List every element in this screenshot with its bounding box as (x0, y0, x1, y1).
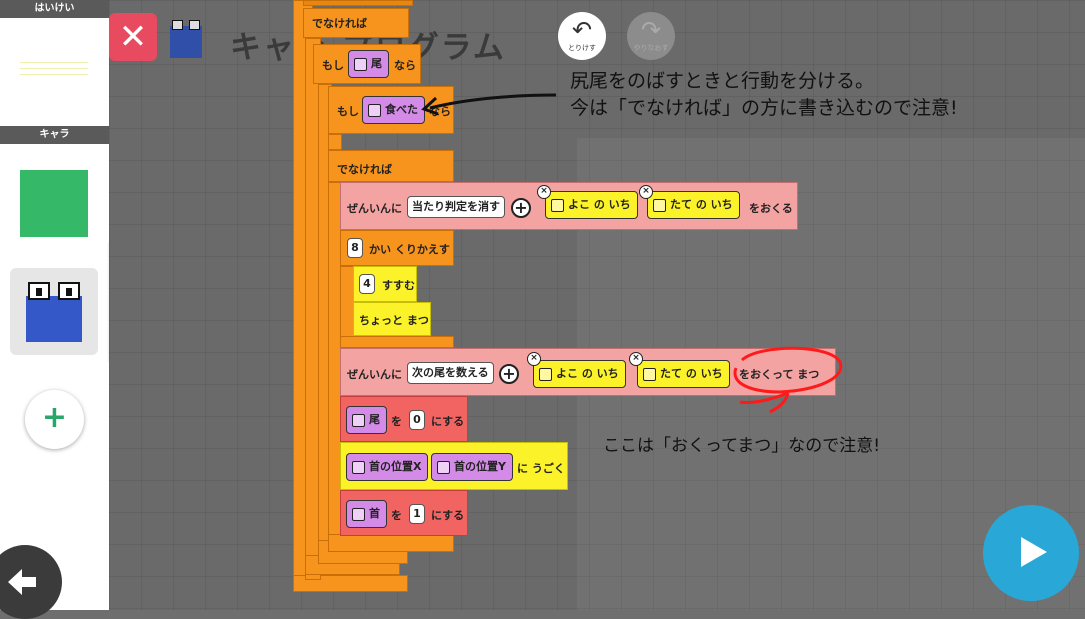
var-ate[interactable]: 食べた (362, 96, 425, 124)
repeat-count[interactable]: 8 (347, 238, 363, 258)
back-button[interactable] (0, 545, 62, 619)
var-neck[interactable]: 首 (346, 500, 387, 528)
block-move-steps[interactable]: 4 すすむ (353, 266, 417, 302)
block-wait[interactable]: ちょっと まつ (353, 302, 431, 336)
robot-icon (170, 20, 202, 60)
chara-thumbnail-green[interactable] (20, 170, 88, 237)
var-x-pos[interactable]: よこ の いち (533, 360, 626, 388)
chara-thumbnail-selected[interactable] (10, 268, 98, 355)
play-button[interactable] (983, 505, 1079, 601)
block-set-neck[interactable]: 首 を 1 にする (340, 490, 468, 536)
annotation-note-1a: 尻尾をのばすときと行動を分ける。 (570, 70, 875, 92)
message-field[interactable]: 次の尾を数える (407, 362, 494, 384)
var-x-pos[interactable]: よこ の いち (545, 191, 638, 219)
redo-icon: ↷ (640, 16, 662, 44)
background-thumbnail[interactable] (0, 18, 109, 126)
block-else-top[interactable]: でなければ (303, 8, 409, 38)
remove-icon[interactable]: × (629, 352, 643, 366)
block-if-tail[interactable]: もし 尾 なら (313, 44, 421, 84)
back-arrow-icon (8, 569, 36, 595)
remove-icon[interactable]: × (527, 352, 541, 366)
remove-icon[interactable]: × (537, 185, 551, 199)
var-y-pos[interactable]: たて の いち (637, 360, 730, 388)
undo-icon: ↶ (571, 16, 593, 44)
block-repeat[interactable]: 8 かい くりかえす (340, 230, 454, 266)
set-value[interactable]: 1 (409, 504, 425, 524)
sidebar: はいけい キャラ + (0, 0, 109, 619)
play-icon (1021, 537, 1047, 567)
block-broadcast-clear-hit[interactable]: ぜんいんに 当たり判定を消す + よこ の いち × たて の いち × をおく… (340, 182, 798, 230)
add-chara-button[interactable]: + (25, 390, 84, 449)
close-button[interactable]: ✕ (109, 13, 157, 61)
block-broadcast-count-tail[interactable]: ぜんいんに 次の尾を数える + よこ の いち × たて の いち × をおくっ… (340, 348, 836, 396)
message-field[interactable]: 当たり判定を消す (407, 196, 505, 218)
set-value[interactable]: 0 (409, 410, 425, 430)
annotation-note-1b: 今は「でなければ」の方に書き込むので注意! (570, 97, 958, 119)
background-section-header: はいけい (0, 0, 109, 18)
block-else-2[interactable]: でなければ (328, 150, 454, 182)
block-move-to[interactable]: 首の位置X 首の位置Y に うごく (340, 442, 568, 490)
var-neck-x[interactable]: 首の位置X (346, 453, 429, 481)
var-y-pos[interactable]: たて の いち (647, 191, 740, 219)
block-set-tail[interactable]: 尾 を 0 にする (340, 396, 468, 442)
remove-icon[interactable]: × (639, 185, 653, 199)
var-tail[interactable]: 尾 (348, 50, 389, 78)
undo-button[interactable]: ↶ とりけす (558, 12, 606, 60)
annotation-note-2: ここは「おくってまつ」なので注意! (603, 436, 881, 456)
block-if-ate[interactable]: もし 食べた なら (328, 86, 454, 134)
move-count[interactable]: 4 (359, 274, 375, 294)
plus-icon[interactable]: + (511, 198, 531, 218)
redo-button[interactable]: ↷ やりなおす (627, 12, 675, 60)
var-tail[interactable]: 尾 (346, 406, 387, 434)
robot-icon (26, 282, 82, 344)
plus-icon[interactable]: + (499, 364, 519, 384)
else-label: でなければ (312, 17, 367, 30)
var-neck-y[interactable]: 首の位置Y (431, 453, 513, 481)
chara-section-header: キャラ (0, 126, 109, 144)
